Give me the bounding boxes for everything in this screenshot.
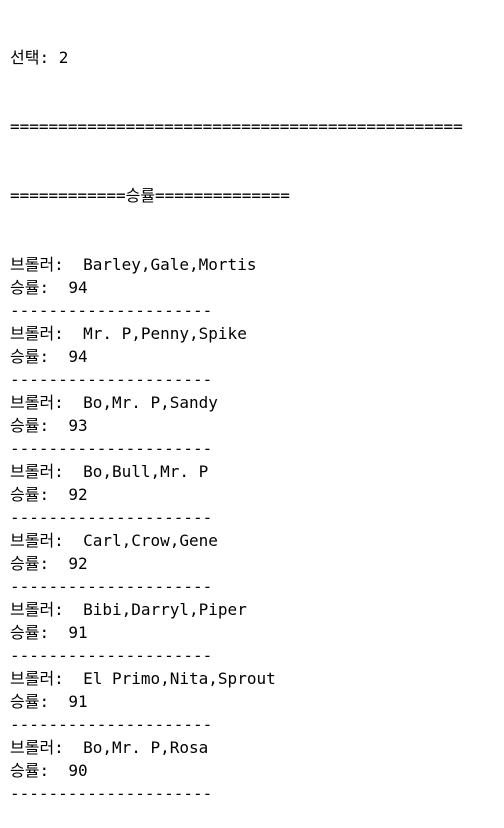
winrate-line: 승률: 92: [10, 483, 500, 506]
list-item: 브롤러: Barley,Gale,Mortis 승률: 94 -----------…: [10, 253, 500, 322]
list-item: 브롤러: Bo,Mr. P,Sandy 승률: 93 ---------------…: [10, 391, 500, 460]
brawlers-label: 브롤러:: [10, 324, 64, 343]
list-item: 브롤러: El Primo,Nita,Sprout 승률: 91 ---------…: [10, 667, 500, 736]
brawlers-value: Carl,Crow,Gene: [83, 531, 218, 550]
list-item: 브롤러: Bibi,Darryl,Piper 승률: 91 ------------…: [10, 598, 500, 667]
separator-line: ---------------------: [10, 439, 213, 458]
winrate-label: 승률:: [10, 347, 50, 366]
winrate-label: 승률:: [10, 761, 50, 780]
winrate-line: 승률: 93: [10, 414, 500, 437]
winrate-line: 승률: 91: [10, 690, 500, 713]
brawlers-label: 브롤러:: [10, 255, 64, 274]
brawlers-line: 브롤러: Bo,Mr. P,Sandy: [10, 391, 500, 414]
winrate-value: 94: [68, 278, 88, 297]
brawlers-value: Barley,Gale,Mortis: [83, 255, 257, 274]
brawlers-line: 브롤러: Mr. P,Penny,Spike: [10, 322, 500, 345]
separator-line: ---------------------: [10, 715, 213, 734]
brawlers-line: 브롤러: Bo,Mr. P,Rosa: [10, 736, 500, 759]
top-rule: ========================================…: [10, 117, 463, 136]
winrate-value: 91: [68, 623, 88, 642]
winrate-label: 승률:: [10, 623, 50, 642]
separator-line: ---------------------: [10, 301, 213, 320]
winrate-line: 승률: 94: [10, 276, 500, 299]
brawlers-line: 브롤러: El Primo,Nita,Sprout: [10, 667, 500, 690]
winrate-value: 93: [68, 416, 88, 435]
list-item: 브롤러: Bo,Bull,Mr. P 승률: 92 ----------------…: [10, 460, 500, 529]
brawlers-label: 브롤러:: [10, 738, 64, 757]
brawlers-label: 브롤러:: [10, 531, 64, 550]
winrate-label: 승률:: [10, 416, 50, 435]
winrate-line: 승률: 91: [10, 621, 500, 644]
winrate-label: 승률:: [10, 278, 50, 297]
brawlers-line: 브롤러: Barley,Gale,Mortis: [10, 253, 500, 276]
winrate-label: 승률:: [10, 554, 50, 573]
winrate-label: 승률:: [10, 692, 50, 711]
selection-line: 선택: 2: [10, 48, 69, 67]
brawlers-value: Bo,Mr. P,Sandy: [83, 393, 218, 412]
brawlers-label: 브롤러:: [10, 669, 64, 688]
winrate-line: 승률: 90: [10, 759, 500, 782]
brawlers-line: 브롤러: Carl,Crow,Gene: [10, 529, 500, 552]
winrate-value: 92: [68, 554, 88, 573]
brawlers-label: 브롤러:: [10, 393, 64, 412]
brawlers-value: Bo,Bull,Mr. P: [83, 462, 209, 481]
winrate-value: 92: [68, 485, 88, 504]
winrate-line: 승률: 92: [10, 552, 500, 575]
list-item: 브롤러: Bo,Mr. P,Rosa 승률: 90 ----------------…: [10, 736, 500, 805]
winrate-value: 90: [68, 761, 88, 780]
brawlers-value: Mr. P,Penny,Spike: [83, 324, 247, 343]
brawlers-label: 브롤러:: [10, 462, 64, 481]
entry-list: 브롤러: Barley,Gale,Mortis 승률: 94 -----------…: [10, 253, 500, 805]
console-output: 선택: 2 ==================================…: [10, 0, 500, 828]
winrate-label: 승률:: [10, 485, 50, 504]
winrate-value: 94: [68, 347, 88, 366]
winrate-line: 승률: 94: [10, 345, 500, 368]
list-item: 브롤러: Carl,Crow,Gene 승률: 92 ---------------…: [10, 529, 500, 598]
separator-line: ---------------------: [10, 370, 213, 389]
brawlers-value: El Primo,Nita,Sprout: [83, 669, 276, 688]
brawlers-line: 브롤러: Bo,Bull,Mr. P: [10, 460, 500, 483]
separator-line: ---------------------: [10, 577, 213, 596]
winrate-header: ============승률==============: [10, 186, 290, 205]
separator-line: ---------------------: [10, 784, 213, 803]
brawlers-value: Bo,Mr. P,Rosa: [83, 738, 209, 757]
separator-line: ---------------------: [10, 508, 213, 527]
separator-line: ---------------------: [10, 646, 213, 665]
winrate-value: 91: [68, 692, 88, 711]
list-item: 브롤러: Mr. P,Penny,Spike 승률: 94 ------------…: [10, 322, 500, 391]
